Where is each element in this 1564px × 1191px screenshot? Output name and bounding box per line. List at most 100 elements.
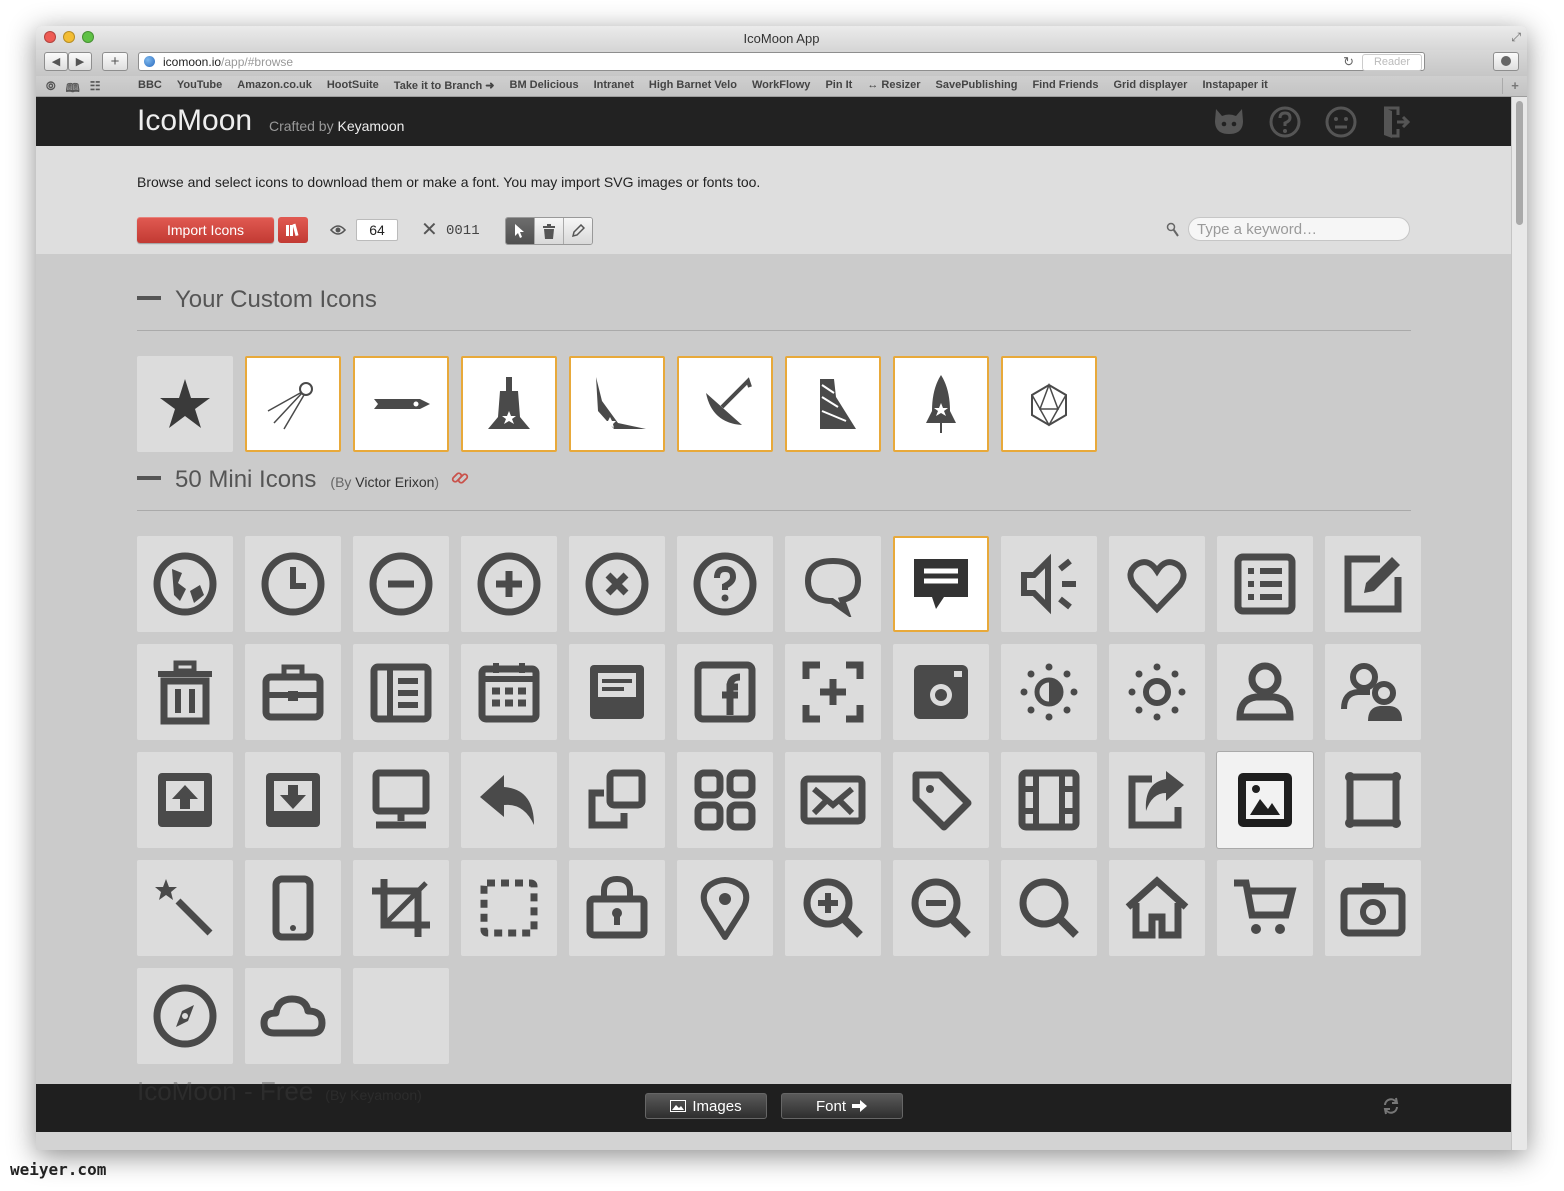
vertical-scrollbar[interactable] <box>1511 97 1527 1150</box>
collapse-icon[interactable] <box>137 296 161 300</box>
forward-button[interactable]: ▶ <box>68 52 92 71</box>
bookmark-item[interactable]: Instapaper it <box>1202 79 1267 92</box>
icon-tile[interactable] <box>569 356 665 452</box>
bookmark-item[interactable]: Pin It <box>825 79 852 92</box>
icon-tile[interactable] <box>785 536 881 632</box>
custom-icons-header[interactable]: Your Custom Icons <box>137 286 377 314</box>
icon-tile[interactable] <box>353 860 449 956</box>
downloads-button[interactable] <box>1493 52 1519 71</box>
icon-tile[interactable] <box>137 968 233 1064</box>
icon-tile[interactable] <box>1325 860 1421 956</box>
select-mode-button[interactable] <box>506 218 535 244</box>
link-icon[interactable] <box>451 469 469 487</box>
fullscreen-icon[interactable]: ⤢ <box>1511 30 1521 45</box>
icon-tile[interactable] <box>1001 356 1097 452</box>
icon-tile[interactable] <box>1001 536 1097 632</box>
images-button[interactable]: Images <box>645 1093 767 1119</box>
bookmark-item[interactable]: YouTube <box>177 79 222 92</box>
bookmark-item[interactable]: Amazon.co.uk <box>237 79 312 92</box>
icon-tile[interactable] <box>893 536 989 632</box>
bookmark-item[interactable]: BBC <box>138 79 162 92</box>
icon-tile[interactable] <box>1217 752 1313 848</box>
icon-tile[interactable] <box>569 536 665 632</box>
empty-tile[interactable] <box>353 968 449 1064</box>
bookmark-item[interactable]: Find Friends <box>1032 79 1098 92</box>
library-button[interactable] <box>278 217 308 243</box>
bookmark-item[interactable]: Grid displayer <box>1113 79 1187 92</box>
crafted-author-link[interactable]: Keyamoon <box>337 118 404 134</box>
sync-icon[interactable] <box>1382 1097 1400 1115</box>
icon-tile[interactable] <box>353 752 449 848</box>
icon-tile[interactable] <box>785 860 881 956</box>
icon-tile[interactable] <box>1217 860 1313 956</box>
icon-tile[interactable] <box>137 356 233 452</box>
icon-tile[interactable] <box>1109 860 1205 956</box>
icon-tile[interactable] <box>677 752 773 848</box>
icon-tile[interactable] <box>137 644 233 740</box>
bookmark-item[interactable]: SavePublishing <box>936 79 1018 92</box>
icon-tile[interactable] <box>353 644 449 740</box>
icon-tile[interactable] <box>1325 644 1421 740</box>
icon-tile[interactable] <box>785 356 881 452</box>
icon-tile[interactable] <box>137 536 233 632</box>
icon-tile[interactable] <box>245 752 341 848</box>
icon-tile[interactable] <box>137 860 233 956</box>
icon-tile[interactable] <box>1109 752 1205 848</box>
icon-tile[interactable] <box>1109 536 1205 632</box>
bookmark-item[interactable]: HootSuite <box>327 79 379 92</box>
icon-tile[interactable] <box>1001 860 1097 956</box>
icon-tile[interactable] <box>1325 752 1421 848</box>
icon-tile[interactable] <box>353 536 449 632</box>
back-button[interactable]: ◀ <box>44 52 68 71</box>
add-bookmark-icon[interactable]: + <box>1502 78 1527 94</box>
icon-tile[interactable] <box>245 968 341 1064</box>
icon-tile[interactable] <box>677 536 773 632</box>
icon-tile[interactable] <box>245 860 341 956</box>
icon-size-field[interactable]: 64 <box>356 219 398 241</box>
scroll-thumb[interactable] <box>1516 101 1523 225</box>
collapse-icon[interactable] <box>137 476 161 480</box>
bookmark-item[interactable]: Intranet <box>594 79 634 92</box>
icon-tile[interactable] <box>1217 644 1313 740</box>
icon-tile[interactable] <box>677 644 773 740</box>
icon-tile[interactable] <box>893 752 989 848</box>
icon-tile[interactable] <box>893 860 989 956</box>
icon-tile[interactable] <box>137 752 233 848</box>
icon-tile[interactable] <box>569 752 665 848</box>
icon-tile[interactable] <box>461 644 557 740</box>
icon-tile[interactable] <box>461 752 557 848</box>
icon-tile[interactable] <box>461 356 557 452</box>
icon-tile[interactable] <box>893 356 989 452</box>
icon-tile[interactable] <box>785 752 881 848</box>
smiley-icon[interactable] <box>1323 104 1359 140</box>
deselect-all-icon[interactable]: ✕ <box>421 217 438 242</box>
edit-mode-button[interactable] <box>564 218 592 244</box>
icon-tile[interactable] <box>1001 752 1097 848</box>
reload-icon[interactable]: ↻ <box>1343 54 1354 70</box>
icon-tile[interactable] <box>785 644 881 740</box>
icon-tile[interactable] <box>1109 644 1205 740</box>
icon-tile[interactable] <box>461 860 557 956</box>
icon-tile[interactable] <box>569 644 665 740</box>
icon-tile[interactable] <box>461 536 557 632</box>
import-icons-button[interactable]: Import Icons <box>137 217 274 243</box>
icon-tile[interactable] <box>1001 644 1097 740</box>
delete-mode-button[interactable] <box>535 218 564 244</box>
bookmark-item[interactable]: Take it to Branch ➜ <box>394 79 495 92</box>
icon-tile[interactable] <box>1217 536 1313 632</box>
bookmark-item[interactable]: WorkFlowy <box>752 79 810 92</box>
bookmark-item[interactable]: BM Delicious <box>510 79 579 92</box>
icon-tile[interactable] <box>677 860 773 956</box>
new-tab-button[interactable]: + <box>102 52 128 71</box>
reader-button[interactable]: Reader <box>1362 54 1422 71</box>
icon-tile[interactable] <box>245 644 341 740</box>
mini-icons-header[interactable]: 50 Mini Icons (By Victor Erixon) <box>137 466 469 494</box>
icon-tile[interactable] <box>677 356 773 452</box>
icon-tile[interactable] <box>893 644 989 740</box>
bookmark-item[interactable]: ↔ Resizer <box>867 79 920 92</box>
icon-tile[interactable] <box>353 356 449 452</box>
icon-tile[interactable] <box>1325 536 1421 632</box>
bookmark-item[interactable]: High Barnet Velo <box>649 79 737 92</box>
font-button[interactable]: Font <box>781 1093 903 1119</box>
github-icon[interactable] <box>1211 104 1247 140</box>
